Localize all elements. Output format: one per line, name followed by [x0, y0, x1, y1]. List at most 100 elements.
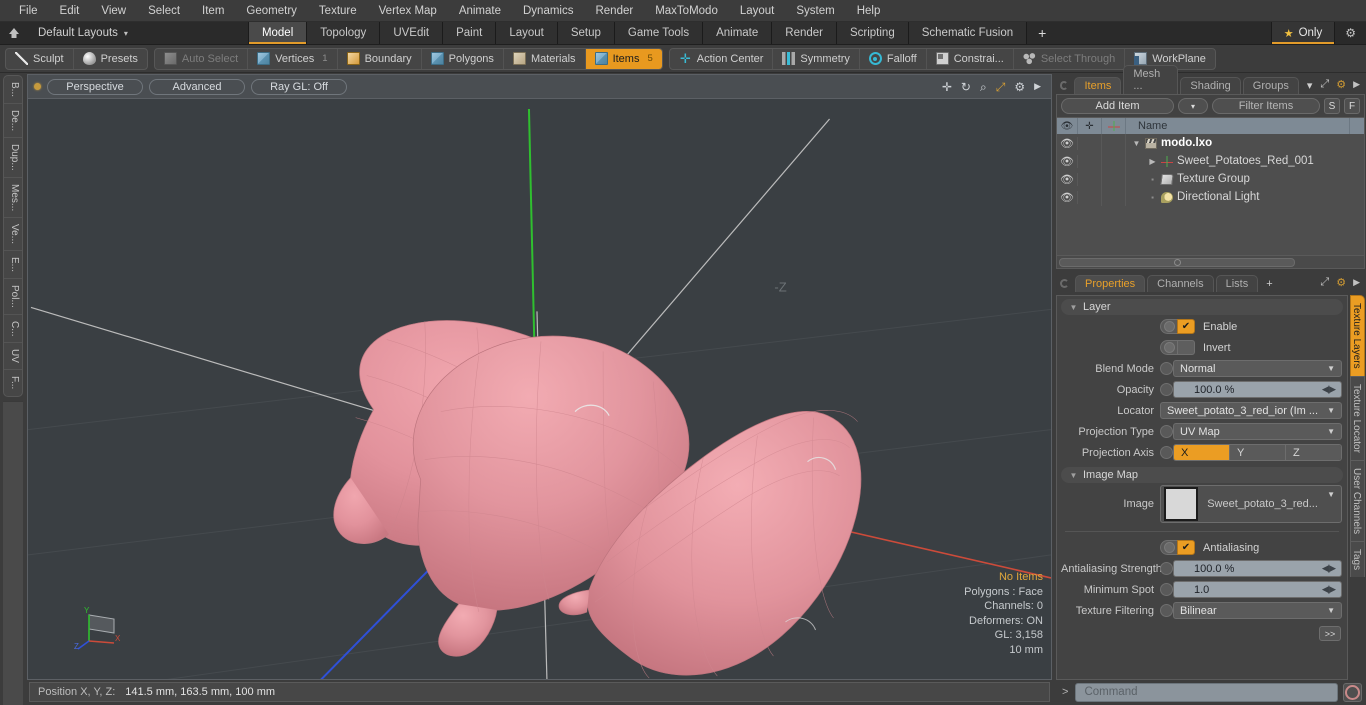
column-axis-icon[interactable] — [1102, 117, 1126, 135]
row-axis-cell[interactable] — [1102, 170, 1126, 188]
enable-checkbox[interactable]: ✔ — [1160, 319, 1195, 334]
antialiasing-checkbox[interactable]: ✔ — [1160, 540, 1195, 555]
table-row[interactable]: 👁 ▼ modo.lxo — [1057, 134, 1364, 152]
menu-item-view[interactable]: View — [90, 0, 137, 22]
enable-check-icon[interactable]: ✔ — [1177, 319, 1195, 334]
expand-icon[interactable]: ⤢ — [1320, 276, 1329, 289]
items-button[interactable]: Items 5 — [585, 48, 662, 69]
left-tab-deform[interactable]: De... — [4, 104, 22, 139]
add-layout-tab-button[interactable]: + — [1026, 22, 1058, 44]
projection-axis-y[interactable]: Y — [1230, 445, 1286, 460]
constraint-button[interactable]: Constrai... — [927, 48, 1014, 69]
layout-tab-paint[interactable]: Paint — [442, 22, 497, 44]
row-lock-cell[interactable] — [1078, 170, 1102, 188]
3d-viewport[interactable]: -Z Y X Z No Items Polygons: Face Channe… — [27, 98, 1052, 680]
zoom-icon[interactable]: ⌕ — [980, 81, 987, 93]
menu-item-animate[interactable]: Animate — [448, 0, 512, 22]
image-picker[interactable]: Sweet_potato_3_red... ▼ — [1160, 485, 1342, 523]
texture-filtering-radio-icon[interactable] — [1160, 604, 1173, 617]
layout-tab-setup[interactable]: Setup — [556, 22, 615, 44]
boundary-button[interactable]: Boundary — [338, 48, 422, 69]
gear-icon[interactable]: ⚙ — [1336, 276, 1346, 289]
command-input[interactable]: Command — [1075, 682, 1338, 702]
table-row[interactable]: 👁 ▪ Directional Light — [1057, 188, 1364, 206]
row-axis-cell[interactable] — [1102, 152, 1126, 170]
play-icon[interactable]: ▶ — [1034, 82, 1041, 91]
row-axis-cell[interactable] — [1102, 134, 1126, 152]
menu-item-geometry[interactable]: Geometry — [235, 0, 308, 22]
table-row[interactable]: 👁 ▪ Texture Group — [1057, 170, 1364, 188]
row-visibility-eye-icon[interactable]: 👁 — [1057, 172, 1078, 186]
projection-axis-radio-icon[interactable] — [1160, 446, 1173, 459]
layout-tab-render[interactable]: Render — [771, 22, 837, 44]
antialiasing-radio-icon[interactable] — [1160, 540, 1177, 555]
left-tab-mesh[interactable]: Mes... — [4, 178, 22, 219]
projection-axis-x[interactable]: X — [1174, 445, 1230, 460]
tab-lists[interactable]: Lists — [1215, 275, 1259, 292]
menu-item-render[interactable]: Render — [584, 0, 644, 22]
menu-item-layout[interactable]: Layout — [729, 0, 786, 22]
antialiasing-check-icon[interactable]: ✔ — [1177, 540, 1195, 555]
invert-radio-icon[interactable] — [1160, 340, 1177, 355]
viewport-view-mode-dropdown[interactable]: Perspective — [47, 78, 143, 95]
panel-menu-icon[interactable] — [1060, 81, 1069, 90]
play-icon[interactable]: ▶ — [1353, 79, 1360, 90]
symmetry-button[interactable]: Symmetry — [773, 48, 860, 69]
side-tab-texture-locator[interactable]: Texture Locator — [1350, 375, 1365, 460]
row-visibility-eye-icon[interactable]: 👁 — [1057, 136, 1078, 150]
position-status-field[interactable]: Position X, Y, Z: 141.5 mm, 163.5 mm, 10… — [29, 682, 1050, 702]
left-tab-vertex[interactable]: Ve... — [4, 218, 22, 252]
layout-tab-animate[interactable]: Animate — [702, 22, 773, 44]
rotate-icon[interactable]: ↻ — [961, 81, 971, 93]
falloff-button[interactable]: Falloff — [860, 48, 927, 69]
auto-select-button[interactable]: Auto Select — [155, 48, 249, 69]
tabs-overflow-caret-icon[interactable]: ▾ — [1301, 77, 1319, 94]
layout-tab-game-tools[interactable]: Game Tools — [613, 22, 704, 44]
left-tab-uv[interactable]: UV — [4, 343, 22, 371]
home-icon[interactable] — [0, 22, 28, 44]
blend-mode-radio-icon[interactable] — [1160, 362, 1173, 375]
expand-triangle-icon[interactable]: ▶ — [1148, 157, 1157, 166]
record-icon[interactable] — [1343, 682, 1362, 702]
list-item-texture-group[interactable]: ▪ Texture Group — [1126, 173, 1364, 185]
tab-properties[interactable]: Properties — [1075, 275, 1146, 292]
default-layouts-dropdown[interactable]: Default Layouts ▾ — [28, 22, 138, 44]
menu-item-item[interactable]: Item — [191, 0, 235, 22]
item-list-horizontal-scrollbar[interactable] — [1057, 255, 1364, 268]
opacity-input[interactable]: 100.0 % ◀|▶ — [1173, 381, 1342, 398]
more-options-button[interactable]: >> — [1319, 626, 1341, 641]
left-tab-basic[interactable]: B... — [4, 76, 22, 105]
layer-section-header[interactable]: ▼ Layer — [1061, 299, 1343, 315]
gear-icon[interactable]: ⚙ — [1334, 22, 1366, 44]
only-toggle[interactable]: ★ Only — [1270, 22, 1335, 44]
row-visibility-eye-icon[interactable]: 👁 — [1057, 190, 1078, 204]
row-lock-cell[interactable] — [1078, 188, 1102, 206]
list-item-sweet-potatoes-red-001[interactable]: ▶ Sweet_Potatoes_Red_001 — [1126, 155, 1364, 167]
tab-groups[interactable]: Groups — [1242, 77, 1299, 94]
column-lock-icon[interactable]: ✛ — [1078, 117, 1102, 135]
projection-type-dropdown[interactable]: UV Map ▼ — [1173, 423, 1342, 440]
filter-s-button[interactable]: S — [1324, 98, 1340, 114]
select-through-button[interactable]: Select Through — [1014, 48, 1126, 69]
opacity-radio-icon[interactable] — [1160, 383, 1173, 396]
antialiasing-strength-radio-icon[interactable] — [1160, 562, 1173, 575]
layout-tab-topology[interactable]: Topology — [306, 22, 381, 44]
layout-tab-layout[interactable]: Layout — [495, 22, 558, 44]
tab-channels[interactable]: Channels — [1147, 275, 1214, 292]
left-tab-curve[interactable]: C... — [4, 315, 22, 344]
menu-item-dynamics[interactable]: Dynamics — [512, 0, 584, 22]
texture-filtering-dropdown[interactable]: Bilinear ▼ — [1173, 602, 1342, 619]
layout-tab-model[interactable]: Model — [247, 22, 308, 44]
menu-item-maxtomodo[interactable]: MaxToModo — [644, 0, 729, 22]
action-center-button[interactable]: ✛ Action Center — [670, 48, 774, 69]
expand-icon[interactable]: ⤢ — [1320, 78, 1329, 91]
collapse-triangle-icon[interactable]: ▼ — [1069, 303, 1078, 312]
viewport-raygl-toggle[interactable]: Ray GL: Off — [251, 78, 347, 95]
menu-item-edit[interactable]: Edit — [49, 0, 91, 22]
invert-checkbox[interactable] — [1160, 340, 1195, 355]
item-list-body[interactable]: 👁 ▼ modo.lxo 👁 ▶ Sweet_Potatoes_Red_001 … — [1057, 134, 1364, 255]
menu-item-file[interactable]: File — [8, 0, 49, 22]
image-thumbnail[interactable] — [1164, 487, 1198, 521]
play-icon[interactable]: ▶ — [1353, 277, 1360, 288]
enable-radio-icon[interactable] — [1160, 319, 1177, 334]
